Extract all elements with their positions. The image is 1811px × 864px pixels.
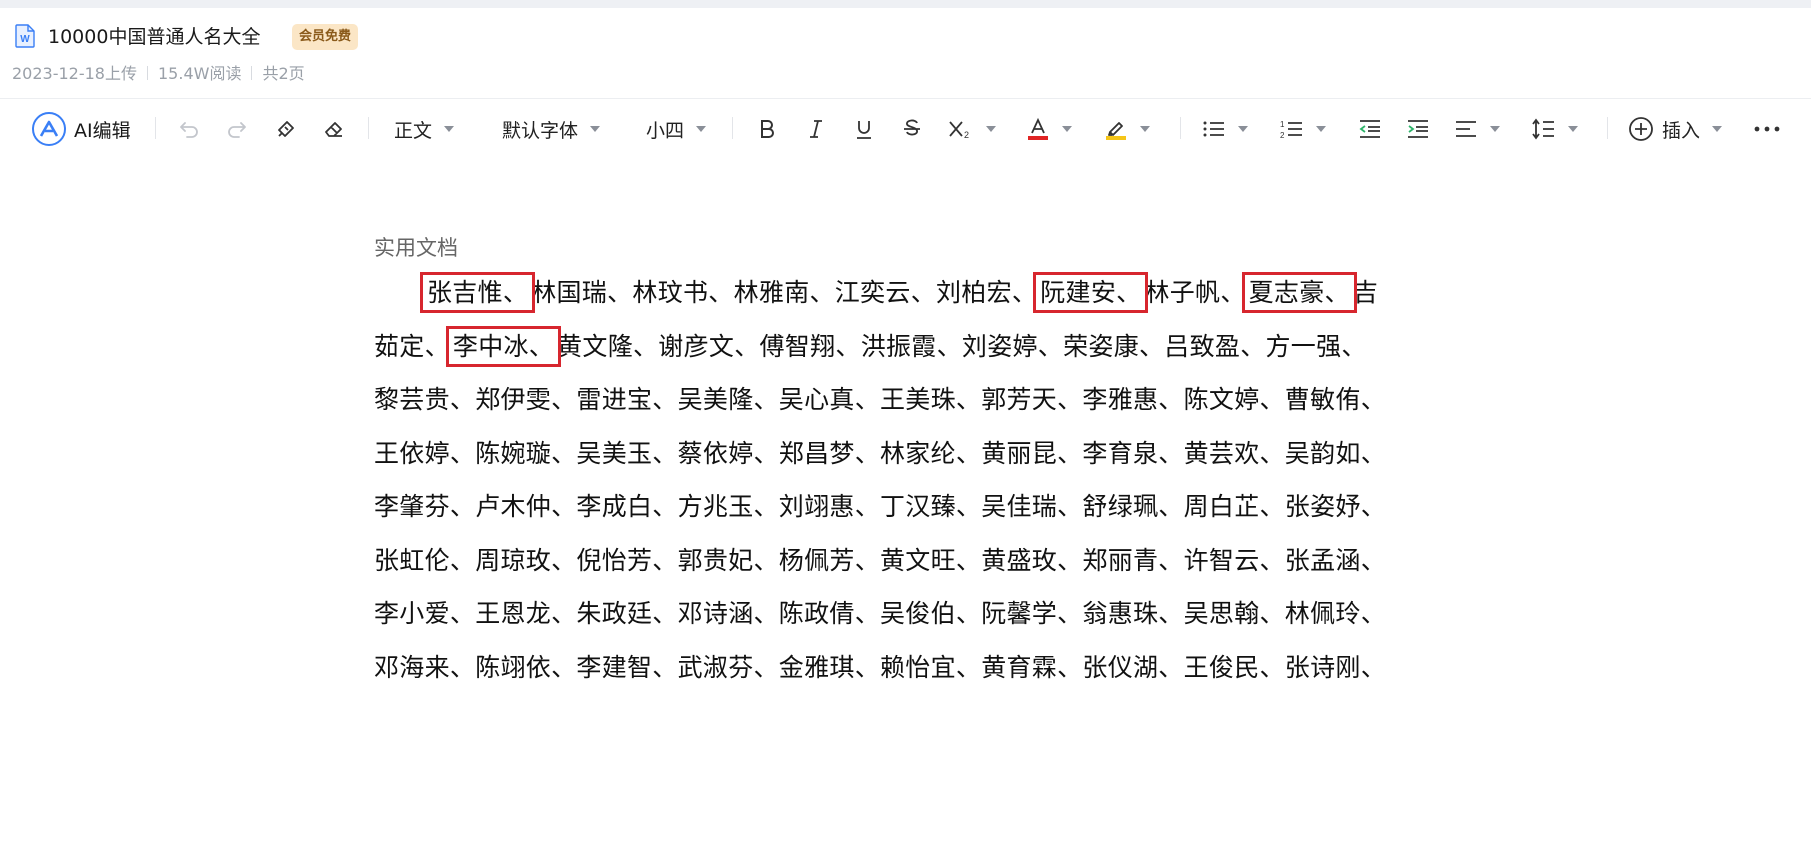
- line-spacing-select[interactable]: [1532, 99, 1578, 159]
- highlighted-name: 阮建安、: [1033, 272, 1149, 313]
- svg-text:2: 2: [1280, 131, 1285, 140]
- member-free-badge: 会员免费: [292, 24, 359, 50]
- font-color-select[interactable]: [1026, 99, 1072, 159]
- bullet-list-select[interactable]: [1202, 99, 1248, 159]
- highlighted-name: 夏志豪、: [1241, 272, 1357, 313]
- word-file-icon: W: [14, 24, 36, 48]
- text-line: 张虹伦、周琼玫、倪怡芳、郭贵妃、杨佩芳、黄文旺、黄盛玫、郑丽青、许智云、张孟涵、: [374, 545, 1387, 575]
- format-painter-icon: [278, 121, 294, 137]
- font-family-value: 默认字体: [502, 119, 579, 142]
- italic-button[interactable]: [805, 99, 827, 159]
- outdent-icon: [1359, 120, 1380, 138]
- indent-button[interactable]: [1406, 99, 1430, 159]
- editor-toolbar: AI编辑 正文 默认字体 小四 2 1 2 插入: [0, 99, 1811, 159]
- numbered-list-select[interactable]: 12: [1280, 99, 1326, 159]
- page-count: 共2页: [262, 64, 305, 83]
- align-select[interactable]: [1454, 99, 1500, 159]
- read-count: 15.4W阅读: [158, 64, 242, 83]
- underline-button[interactable]: [853, 99, 875, 159]
- chevron-down-icon: [1316, 126, 1326, 132]
- chevron-down-icon: [590, 126, 601, 132]
- text-run: 林子帆、: [1144, 278, 1246, 307]
- text-line: 张吉惟、 林国瑞、林玟书、林雅南、江奕云、刘柏宏、 阮建安、 林子帆、 夏志豪、吉: [374, 266, 1434, 320]
- eraser-icon: [325, 122, 342, 137]
- plus-circle-icon: [1629, 117, 1653, 141]
- line-spacing-icon: [1532, 118, 1554, 140]
- chevron-down-icon: [1490, 126, 1500, 132]
- font-color-icon: [1028, 117, 1048, 140]
- svg-text:2: 2: [964, 130, 969, 140]
- chevron-down-icon: [1062, 126, 1072, 132]
- toolbar-divider: [155, 117, 156, 139]
- toolbar-divider: [1180, 117, 1181, 139]
- strikethrough-icon: [904, 119, 920, 136]
- chevron-down-icon: [444, 126, 455, 132]
- paragraph-style-select[interactable]: 正文: [394, 99, 455, 159]
- redo-button[interactable]: [226, 99, 248, 159]
- text-run: 吉: [1352, 278, 1379, 307]
- strikethrough-button[interactable]: [901, 99, 923, 159]
- italic-icon: [810, 120, 822, 138]
- meta-divider: [251, 66, 253, 80]
- top-strip: [0, 0, 1811, 8]
- font-family-select[interactable]: 默认字体: [502, 99, 601, 159]
- chevron-down-icon: [1140, 126, 1150, 132]
- text-line: 茹定、 李中冰、 黄文隆、谢彦文、傅智翔、洪振霞、刘姿婷、荣姿康、吕致盈、方一强、: [374, 320, 1434, 374]
- document-meta: 2023-12-18上传 15.4W阅读 共2页: [12, 60, 305, 84]
- insert-label: 插入: [1662, 119, 1701, 142]
- chevron-down-icon: [1238, 126, 1248, 132]
- document-title: 10000中国普通人名大全: [48, 26, 261, 48]
- upload-date: 2023-12-18上传: [12, 64, 137, 83]
- subscript-select[interactable]: 2: [948, 99, 996, 159]
- chevron-down-icon: [1712, 126, 1723, 132]
- page-header-label: 实用文档: [374, 236, 458, 260]
- bold-icon: [761, 120, 774, 138]
- ai-edit-button[interactable]: AI编辑: [32, 99, 131, 159]
- text-run: 茹定、: [374, 331, 450, 361]
- ai-logo-icon: [32, 112, 66, 146]
- document-header: W 10000中国普通人名大全 会员免费 2023-12-18上传 15.4W阅读…: [0, 8, 1811, 98]
- toolbar-divider: [732, 117, 733, 139]
- indent-icon: [1408, 120, 1428, 138]
- outdent-button[interactable]: [1358, 99, 1382, 159]
- text-line: 邓海来、陈翊依、李建智、武淑芬、金雅琪、赖怡宜、黄育霖、张仪湖、王俊民、张诗刚、: [374, 652, 1387, 682]
- text-line: 黎芸贵、郑伊雯、雷进宝、吴美隆、吴心真、王美珠、郭芳天、李雅惠、陈文婷、曹敏侑、: [374, 385, 1387, 414]
- clear-format-button[interactable]: [322, 99, 346, 159]
- align-left-icon: [1456, 121, 1476, 137]
- toolbar-divider: [368, 117, 369, 139]
- underline-icon: [857, 121, 871, 139]
- svg-text:1: 1: [1280, 120, 1285, 129]
- svg-text:W: W: [20, 34, 30, 45]
- meta-divider: [147, 66, 148, 80]
- bullet-list-icon: [1203, 121, 1224, 137]
- undo-button[interactable]: [178, 99, 200, 159]
- highlighter-icon: [1106, 122, 1126, 140]
- insert-menu[interactable]: 插入: [1628, 99, 1723, 159]
- chevron-down-icon: [986, 126, 996, 132]
- document-paragraph[interactable]: 张吉惟、 林国瑞、林玟书、林雅南、江奕云、刘柏宏、 阮建安、 林子帆、 夏志豪、吉 茹定…: [374, 266, 1434, 694]
- highlighted-name: 张吉惟、: [419, 272, 536, 313]
- highlight-color-select[interactable]: [1104, 99, 1150, 159]
- more-icon: [1754, 126, 1780, 132]
- font-size-value: 小四: [646, 119, 685, 142]
- text-line: 李肇芬、卢木仲、李成白、方兆玉、刘翊惠、丁汉臻、吴佳瑞、舒绿珮、周白芷、张姿妤、: [374, 492, 1387, 521]
- subscript-icon: 2: [949, 121, 969, 140]
- text-line: 王依婷、陈婉璇、吴美玉、蔡依婷、郑昌梦、林家纶、黄丽昆、李育泉、黄芸欢、吴韵如、: [374, 438, 1387, 468]
- text-run: 林国瑞、林玟书、林雅南、江奕云、刘柏宏、: [531, 278, 1038, 307]
- undo-icon: [180, 122, 198, 138]
- bold-button[interactable]: [756, 99, 778, 159]
- chevron-down-icon: [696, 126, 707, 132]
- font-size-select[interactable]: 小四: [646, 99, 707, 159]
- text-run: 黄文隆、谢彦文、傅智翔、洪振霞、刘姿婷、荣姿康、吕致盈、方一强、: [557, 331, 1367, 361]
- paragraph-style-value: 正文: [394, 119, 433, 142]
- format-painter-button[interactable]: [274, 99, 298, 159]
- numbered-list-icon: 12: [1280, 120, 1302, 140]
- chevron-down-icon: [1568, 126, 1578, 132]
- redo-icon: [228, 122, 246, 138]
- toolbar-divider: [1607, 117, 1608, 139]
- text-line: 李小爱、王恩龙、朱政廷、邓诗涵、陈政倩、吴俊伯、阮馨学、翁惠珠、吴思翰、林佩玲、: [374, 599, 1387, 628]
- more-button[interactable]: [1754, 99, 1780, 159]
- ai-edit-label: AI编辑: [74, 119, 131, 142]
- highlighted-name: 李中冰、: [445, 325, 562, 367]
